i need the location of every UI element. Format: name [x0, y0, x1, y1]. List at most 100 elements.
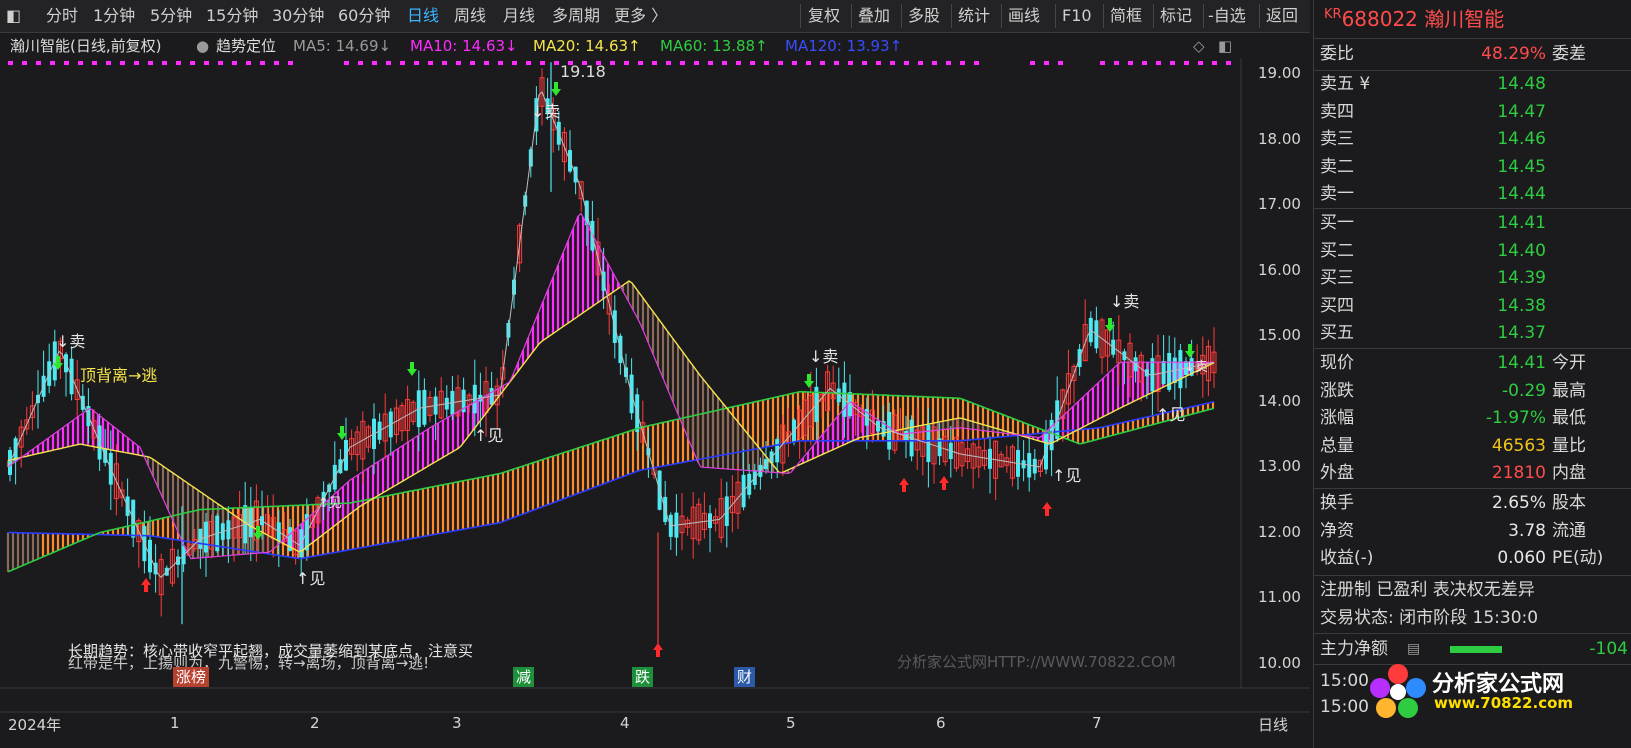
time-value: 15:00 [1320, 671, 1369, 691]
list-icon[interactable]: ▤ [1407, 636, 1420, 663]
stat-row-label: 涨跌 [1320, 380, 1354, 401]
ask-row[interactable]: 卖五 ¥ 14.48 [1314, 71, 1631, 98]
bid-row[interactable]: 买五 14.37 [1314, 320, 1631, 347]
stat2-row-value: 3.78 [1508, 520, 1546, 541]
sell-arrow [407, 362, 417, 376]
stat2-row[interactable]: 换手 2.65% 股本 [1314, 490, 1631, 517]
stat-row[interactable]: 总量 46563 量比 [1314, 433, 1631, 460]
stat-row[interactable]: 外盘 21810 内盘 [1314, 460, 1631, 487]
signal-dot [442, 61, 447, 65]
stat-row-value: 21810 [1491, 463, 1546, 483]
signal-dot [862, 61, 867, 65]
bid-row-label: 买三 [1320, 268, 1354, 288]
sell-label: ↓卖 [1184, 360, 1208, 375]
signal-dot [1100, 61, 1105, 65]
ask-row-label: 卖一 [1320, 184, 1354, 204]
stat-row-right-label: 量比 [1552, 435, 1586, 456]
signal-dot [1198, 61, 1203, 65]
ask-row[interactable]: 卖一 14.44 [1314, 181, 1631, 208]
signal-dot [414, 61, 419, 65]
bid-row-label: 买五 [1320, 323, 1354, 343]
stat-row-value: -1.97% [1485, 408, 1546, 428]
signal-dot [106, 61, 111, 65]
drop-badge[interactable]: 跌 [632, 667, 654, 687]
y-tick-label: 16.00 [1258, 260, 1301, 279]
signal-dot-row [8, 61, 1231, 65]
divider [1314, 38, 1631, 39]
signal-dot [274, 61, 279, 65]
reduce-badge[interactable]: 减 [513, 667, 535, 687]
y-tick-label: 19.00 [1258, 64, 1301, 82]
signal-dot [470, 61, 475, 65]
watermark: 分析家公式网HTTP://WWW.70822.COM [897, 653, 1176, 671]
time-value: 15:00 [1320, 697, 1369, 717]
limit-up-badge[interactable]: 涨榜 [173, 667, 210, 687]
stat2-row-label: 收益(-) [1320, 548, 1374, 568]
signal-dot [932, 61, 937, 65]
ask-row-label: 卖四 [1320, 101, 1354, 122]
y-tick-label: 12.00 [1258, 522, 1301, 541]
signal-dot [974, 61, 979, 65]
stat2-row[interactable]: 收益(-) 0.060 PE(动) [1314, 545, 1631, 572]
stat2-row[interactable]: 净资 3.78 流通 [1314, 518, 1631, 545]
weibi-row: 委比 48.29% 委差 [1314, 41, 1631, 68]
weibi-label: 委比 [1320, 44, 1354, 64]
stat-row[interactable]: 涨跌 -0.29 最高 [1314, 378, 1631, 405]
bid-row-label: 买四 [1320, 295, 1354, 316]
signal-dot [456, 61, 461, 65]
signal-dot [22, 61, 27, 65]
see-label: ↑见 [1052, 466, 1082, 485]
bid-row[interactable]: 买一 14.41 [1314, 210, 1631, 237]
signal-dot [148, 61, 153, 65]
signal-dot [92, 61, 97, 65]
signal-dot [372, 61, 377, 65]
finance-badge[interactable]: 财 [734, 667, 756, 687]
main-force-bar [1450, 646, 1502, 653]
bid-row-label: 买二 [1320, 240, 1354, 261]
signal-dot [232, 61, 237, 65]
stat-row[interactable]: 涨幅 -1.97% 最低 [1314, 405, 1631, 432]
ask-row[interactable]: 卖四 14.47 [1314, 99, 1631, 126]
trade-status-text: 交易状态: 闭市阶段 15:30:0 [1320, 608, 1539, 628]
signal-dot [204, 61, 209, 65]
sell-label: ↓卖 [531, 102, 561, 121]
tags-text: 注册制 已盈利 表决权无差异 [1320, 580, 1535, 600]
ask-row[interactable]: 卖二 14.45 [1314, 154, 1631, 181]
x-tick-label: 5 [786, 714, 796, 732]
candlesticks [8, 62, 1217, 651]
main-force-row[interactable]: 主力净额 ▤ -104 [1314, 636, 1631, 663]
stock-name: 瀚川智能 [1424, 7, 1505, 31]
signal-dot [78, 61, 83, 65]
y-tick-label: 18.00 [1258, 129, 1301, 148]
sell-arrow [551, 82, 561, 96]
bid-row[interactable]: 买四 14.38 [1314, 293, 1631, 320]
stat-row-label: 总量 [1320, 435, 1354, 456]
stat-row-right-label: 今开 [1552, 353, 1586, 373]
buy-arrow [1042, 502, 1052, 516]
stat-row[interactable]: 现价 14.41 今开 [1314, 350, 1631, 377]
x-tick-label: 6 [936, 714, 946, 732]
site-logo: 分析家公式网 www.70822.com [1368, 660, 1631, 720]
tags-row: 注册制 已盈利 表决权无差异 [1314, 577, 1631, 604]
signal-dot [1142, 61, 1147, 65]
ask-row[interactable]: 卖三 14.46 [1314, 126, 1631, 153]
main-force-label: 主力净额 [1320, 639, 1388, 659]
signal-dot [1226, 61, 1231, 65]
signal-dot [288, 61, 293, 65]
ask-row-value: 14.48 [1497, 74, 1546, 94]
signal-dot [428, 61, 433, 65]
price-chart[interactable] [0, 0, 1310, 748]
ask-row-label: 卖五 ¥ [1320, 74, 1371, 94]
bid-row[interactable]: 买二 14.40 [1314, 238, 1631, 265]
period-label[interactable]: 日线 [1258, 714, 1288, 735]
sell-label: ↓卖 [809, 347, 839, 366]
bid-row[interactable]: 买三 14.39 [1314, 265, 1631, 292]
stat2-row-value: 0.060 [1497, 548, 1546, 568]
bid-row-value: 14.41 [1497, 213, 1546, 233]
stat2-row-label: 换手 [1320, 493, 1354, 513]
main-force-value: -104 [1589, 639, 1628, 659]
signal-dot [904, 61, 909, 65]
signal-dot [246, 61, 251, 65]
signal-dot [1212, 61, 1217, 65]
signal-dot [134, 61, 139, 65]
